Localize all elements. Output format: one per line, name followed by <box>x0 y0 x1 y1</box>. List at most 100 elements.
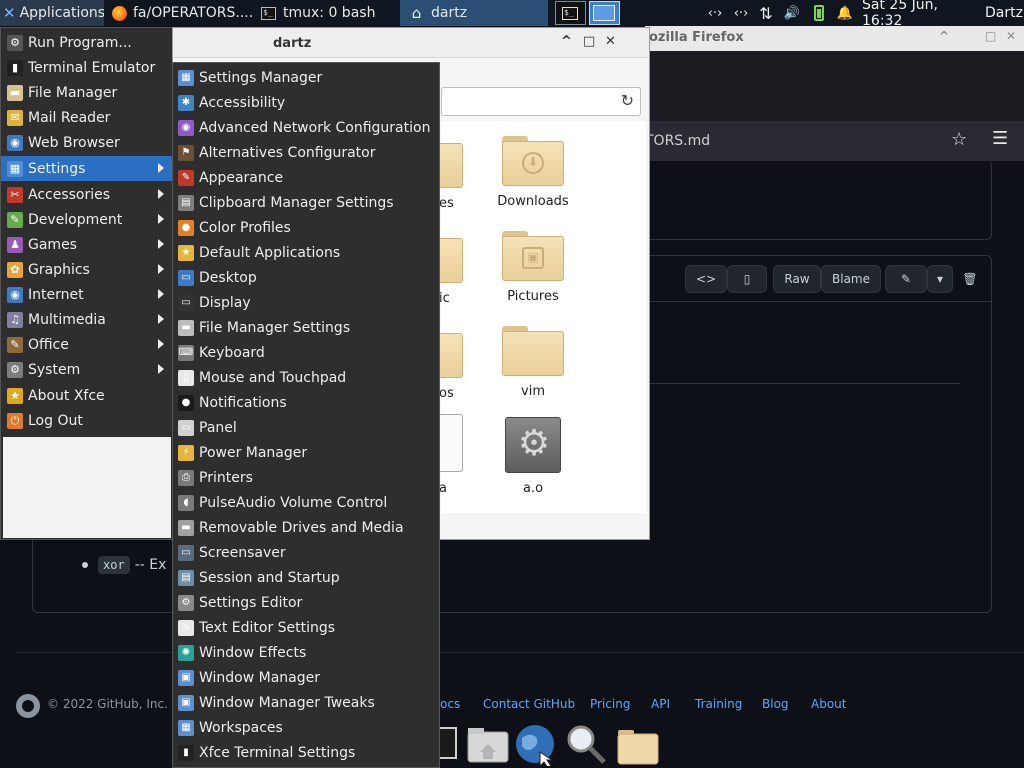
user-name[interactable]: Dartz <box>984 0 1024 26</box>
settings-item-workspaces[interactable]: ▦ Workspaces <box>173 715 439 740</box>
settings-item-power-manager[interactable]: ⚡ Power Manager <box>173 440 439 465</box>
volume-icon[interactable]: 🔊 <box>782 0 802 26</box>
footer-link-pricing[interactable]: Pricing <box>590 697 630 711</box>
settings-item-text-editor-settings[interactable]: ✎ Text Editor Settings <box>173 615 439 640</box>
settings-item-session-and-startup[interactable]: ▤ Session and Startup <box>173 565 439 590</box>
settings-item-accessibility[interactable]: ✱ Accessibility <box>173 90 439 115</box>
footer-link-docs[interactable]: ocs <box>440 697 460 711</box>
settings-item-default-applications[interactable]: ★ Default Applications <box>173 240 439 265</box>
menu-item-development[interactable]: ✎ Development <box>1 207 172 232</box>
applications-menu-button[interactable]: ✕ Applications <box>0 0 104 26</box>
delete-button[interactable]: 🗑 <box>957 265 983 293</box>
settings-item-removable-drives-and-media[interactable]: ▬ Removable Drives and Media <box>173 515 439 540</box>
network-secondary-icon[interactable]: ‹·› <box>730 0 752 26</box>
hamburger-menu-icon[interactable]: ☰ <box>992 128 1008 149</box>
settings-item-window-manager[interactable]: ▣ Window Manager <box>173 665 439 690</box>
settings-item-appearance[interactable]: ✎ Appearance <box>173 165 439 190</box>
edit-dropdown-button[interactable]: ▾ <box>927 265 953 293</box>
folder-partial[interactable] <box>439 238 463 283</box>
footer-link-about[interactable]: About <box>811 697 846 711</box>
dock-terminal-icon[interactable] <box>437 722 458 766</box>
taskbar-window-tmux[interactable]: $_ tmux: 0 bash <box>252 0 400 26</box>
settings-item-settings-manager[interactable]: ▦ Settings Manager <box>173 65 439 90</box>
dock-search-icon[interactable] <box>564 722 608 766</box>
workspace-2-button[interactable] <box>589 1 620 25</box>
clock[interactable]: Sat 25 Jun, 16:32 <box>862 0 982 29</box>
settings-item-panel[interactable]: ▭ Panel <box>173 415 439 440</box>
settings-item-label: Settings Manager <box>199 69 323 86</box>
settings-item-pulseaudio-volume-control[interactable]: ◖ PulseAudio Volume Control <box>173 490 439 515</box>
fm-maximize-button[interactable]: □ <box>583 34 595 49</box>
taskbar-window-firefox[interactable]: fa/OPERATORS.... <box>104 0 252 26</box>
settings-item-file-manager-settings[interactable]: ▬ File Manager Settings <box>173 315 439 340</box>
file-a-o[interactable]: ⚙ a.o <box>478 417 588 496</box>
file-manager-titlebar[interactable]: dartz ^ □ ✕ <box>173 28 649 58</box>
transfer-icon[interactable]: ⇅ <box>756 0 776 26</box>
settings-item-display[interactable]: ▭ Display <box>173 290 439 315</box>
firefox-url-bar[interactable]: TORS.md ☆ ☰ <box>645 121 1024 161</box>
menu-item-terminal-emulator[interactable]: ▮ Terminal Emulator <box>1 55 172 80</box>
menu-item-mail-reader[interactable]: ✉ Mail Reader <box>1 105 172 130</box>
reload-icon[interactable]: ↻ <box>621 91 634 110</box>
settings-item-notifications[interactable]: ● Notifications <box>173 390 439 415</box>
file-partial[interactable] <box>439 414 463 472</box>
menu-item-graphics[interactable]: ✿ Graphics <box>1 257 172 282</box>
folder-partial[interactable] <box>439 143 463 188</box>
settings-item-printers[interactable]: ⎙ Printers <box>173 465 439 490</box>
firefox-maximize-button[interactable]: □ <box>985 29 996 43</box>
settings-item-keyboard[interactable]: ⌨ Keyboard <box>173 340 439 365</box>
footer-link-contact[interactable]: Contact GitHub <box>483 697 575 711</box>
taskbar-window-dartz[interactable]: ⌂ dartz <box>400 0 548 26</box>
menu-item-system[interactable]: ⚙ System <box>1 357 172 382</box>
edit-button[interactable]: ✎ <box>885 265 927 293</box>
folder-vim[interactable]: vim <box>478 326 588 399</box>
workspace-1-button[interactable]: $_ <box>555 1 586 25</box>
settings-item-window-manager-tweaks[interactable]: ▣ Window Manager Tweaks <box>173 690 439 715</box>
settings-item-advanced-network-configuration[interactable]: ◉ Advanced Network Configuration <box>173 115 439 140</box>
menu-item-run-program[interactable]: ⚙ Run Program... <box>1 30 172 55</box>
dock-file-manager-icon[interactable] <box>616 722 660 766</box>
location-bar[interactable]: ↻ <box>441 87 641 116</box>
settings-item-xfce-terminal-settings[interactable]: ▮ Xfce Terminal Settings <box>173 740 439 765</box>
settings-item-window-effects[interactable]: ✺ Window Effects <box>173 640 439 665</box>
firefox-minimize-button[interactable]: ^ <box>939 29 949 43</box>
menu-item-about-xfce[interactable]: ★ About Xfce <box>1 383 172 408</box>
fm-minimize-button[interactable]: ^ <box>561 34 572 49</box>
menu-item-settings[interactable]: ▦ Settings <box>1 156 172 181</box>
footer-link-api[interactable]: API <box>651 697 670 711</box>
menu-item-internet[interactable]: ◉ Internet <box>1 282 172 307</box>
firefox-close-button[interactable]: ✕ <box>1006 29 1016 43</box>
raw-button[interactable]: Raw <box>773 265 821 293</box>
bookmark-star-icon[interactable]: ☆ <box>951 129 967 150</box>
menu-item-games[interactable]: ♟ Games <box>1 232 172 257</box>
settings-item-screensaver[interactable]: ▭ Screensaver <box>173 540 439 565</box>
code-view-button[interactable]: <> <box>685 265 727 293</box>
file-view-button[interactable]: ▯ <box>727 265 767 293</box>
menu-item-log-out[interactable]: ⏻ Log Out <box>1 408 172 433</box>
menu-item-accessories[interactable]: ✂ Accessories <box>1 182 172 207</box>
settings-item-settings-editor[interactable]: ⚙ Settings Editor <box>173 590 439 615</box>
settings-item-color-profiles[interactable]: ● Color Profiles <box>173 215 439 240</box>
dock-home-icon[interactable] <box>466 722 510 766</box>
folder-partial[interactable] <box>439 333 463 378</box>
blame-button[interactable]: Blame <box>821 265 881 293</box>
battery-icon[interactable] <box>810 0 828 26</box>
settings-item-clipboard-manager-settings[interactable]: ▤ Clipboard Manager Settings <box>173 190 439 215</box>
notification-bell-icon[interactable]: 🔔 <box>835 0 855 26</box>
footer-link-blog[interactable]: Blog <box>762 697 789 711</box>
menu-item-web-browser[interactable]: ◉ Web Browser <box>1 130 172 155</box>
menu-item-file-manager[interactable]: ▬ File Manager <box>1 80 172 105</box>
folder-pictures[interactable]: ▣ Pictures <box>478 231 588 304</box>
dock-web-browser-icon[interactable] <box>514 722 558 768</box>
menu-item-multimedia[interactable]: ♫ Multimedia <box>1 307 172 332</box>
settings-item-alternatives-configurator[interactable]: ⚑ Alternatives Configurator <box>173 140 439 165</box>
fm-close-button[interactable]: ✕ <box>605 34 616 49</box>
footer-link-training[interactable]: Training <box>695 697 742 711</box>
network-icon[interactable]: ‹·› <box>704 0 726 26</box>
menu-item-office[interactable]: ✎ Office <box>1 332 172 357</box>
url-text[interactable]: TORS.md <box>645 133 710 149</box>
settings-item-desktop[interactable]: ▭ Desktop <box>173 265 439 290</box>
folder-downloads[interactable]: ⬇ Downloads <box>478 136 588 209</box>
github-logo-icon[interactable] <box>16 694 40 718</box>
settings-item-mouse-and-touchpad[interactable]: ▯ Mouse and Touchpad <box>173 365 439 390</box>
